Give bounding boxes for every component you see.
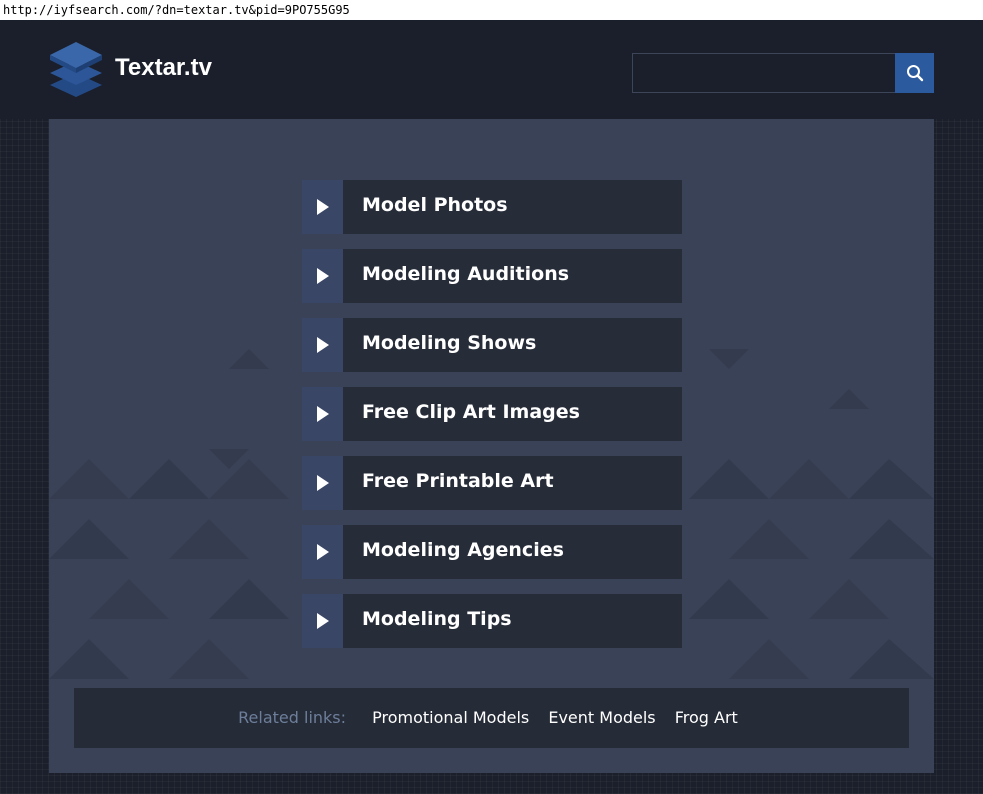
site-title[interactable]: Textar.tv [115, 54, 212, 82]
link-label: Free Clip Art Images [362, 401, 580, 423]
search-icon [906, 65, 923, 82]
arrow-box [302, 525, 343, 579]
link-modeling-agencies[interactable]: Modeling Agencies [302, 525, 682, 579]
arrow-box [302, 318, 343, 372]
link-label: Model Photos [362, 194, 508, 216]
play-arrow-icon [316, 544, 329, 560]
arrow-box [302, 456, 343, 510]
play-arrow-icon [316, 406, 329, 422]
arrow-box [302, 387, 343, 441]
related-links-bar: Related links: Promotional Models Event … [74, 688, 909, 748]
play-arrow-icon [316, 475, 329, 491]
link-label: Modeling Tips [362, 608, 512, 630]
search-input[interactable] [632, 53, 896, 93]
content-panel: Model Photos Modeling Auditions Modeling… [49, 119, 934, 773]
link-label: Modeling Agencies [362, 539, 564, 561]
play-arrow-icon [316, 199, 329, 215]
site-header: Textar.tv [0, 20, 983, 119]
related-link-event-models[interactable]: Event Models [548, 708, 655, 727]
address-bar[interactable]: http://iyfsearch.com/?dn=textar.tv&pid=9… [0, 0, 983, 20]
link-model-photos[interactable]: Model Photos [302, 180, 682, 234]
arrow-box [302, 180, 343, 234]
arrow-box [302, 594, 343, 648]
arrow-box [302, 249, 343, 303]
link-modeling-auditions[interactable]: Modeling Auditions [302, 249, 682, 303]
link-free-clip-art-images[interactable]: Free Clip Art Images [302, 387, 682, 441]
link-list: Model Photos Modeling Auditions Modeling… [302, 180, 682, 663]
play-arrow-icon [316, 268, 329, 284]
link-label: Modeling Auditions [362, 263, 570, 285]
search-button[interactable] [895, 53, 934, 93]
related-link-frog-art[interactable]: Frog Art [675, 708, 738, 727]
link-label: Free Printable Art [362, 470, 554, 492]
related-link-promotional-models[interactable]: Promotional Models [372, 708, 529, 727]
link-label: Modeling Shows [362, 332, 537, 354]
play-arrow-icon [316, 337, 329, 353]
stacked-layers-icon [50, 42, 102, 97]
related-links-label: Related links: [238, 708, 347, 727]
link-modeling-tips[interactable]: Modeling Tips [302, 594, 682, 648]
link-free-printable-art[interactable]: Free Printable Art [302, 456, 682, 510]
play-arrow-icon [316, 613, 329, 629]
link-modeling-shows[interactable]: Modeling Shows [302, 318, 682, 372]
